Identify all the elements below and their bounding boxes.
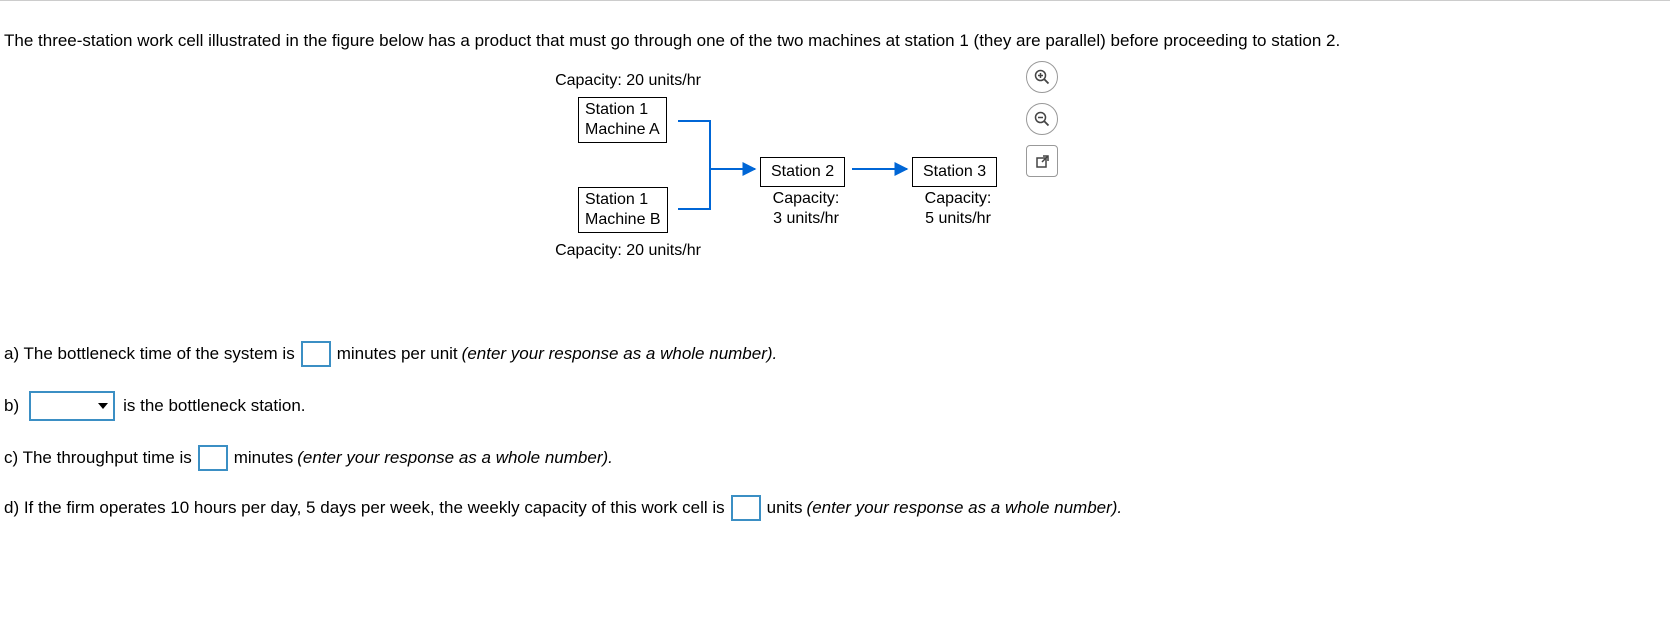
station3-box: Station 3 [912,157,997,187]
zoom-in-icon[interactable] [1026,61,1058,93]
zoom-out-icon[interactable] [1026,103,1058,135]
station1-machine-a-box: Station 1 Machine A [578,97,667,143]
capacity-3-label: Capacity: 5 units/hr [912,189,1004,229]
qb-post: is the bottleneck station. [123,396,305,416]
question-a: a) The bottleneck time of the system is … [4,341,1666,367]
qa-hint: (enter your response as a whole number). [462,344,778,364]
qa-post: minutes per unit [337,344,458,364]
box-a-line2: Machine A [585,120,660,140]
qc-input[interactable] [198,445,228,471]
cap3-line1: Capacity: [912,189,1004,209]
cap2-line1: Capacity: [760,189,852,209]
box-b-line2: Machine B [585,210,661,230]
qc-post: minutes [234,448,294,468]
capacity-2-label: Capacity: 3 units/hr [760,189,852,229]
qd-pre: d) If the firm operates 10 hours per day… [4,498,725,518]
station2-box: Station 2 [760,157,845,187]
station1-machine-b-box: Station 1 Machine B [578,187,668,233]
open-new-window-icon[interactable] [1026,145,1058,177]
capacity-b-label: Capacity: 20 units/hr [528,241,728,261]
capacity-a-label: Capacity: 20 units/hr [528,71,728,91]
cap2-line2: 3 units/hr [760,209,852,229]
qa-pre: a) The bottleneck time of the system is [4,344,295,364]
workflow-diagram: Capacity: 20 units/hr Station 1 Machine … [530,61,1030,281]
diagram-area: Capacity: 20 units/hr Station 1 Machine … [4,61,1666,293]
qc-hint: (enter your response as a whole number). [297,448,613,468]
question-d: d) If the firm operates 10 hours per day… [4,495,1666,521]
qd-post: units [767,498,803,518]
qd-input[interactable] [731,495,761,521]
qa-input[interactable] [301,341,331,367]
chevron-down-icon [97,400,109,412]
question-b: b) is the bottleneck station. [4,391,1666,421]
box-a-line1: Station 1 [585,100,660,120]
qb-select[interactable] [29,391,115,421]
box-b-line1: Station 1 [585,190,661,210]
qd-hint: (enter your response as a whole number). [807,498,1123,518]
problem-statement: The three-station work cell illustrated … [4,31,1666,51]
question-c: c) The throughput time is minutes (enter… [4,445,1666,471]
cap3-line2: 5 units/hr [912,209,1004,229]
qc-pre: c) The throughput time is [4,448,192,468]
qb-pre: b) [4,396,19,416]
